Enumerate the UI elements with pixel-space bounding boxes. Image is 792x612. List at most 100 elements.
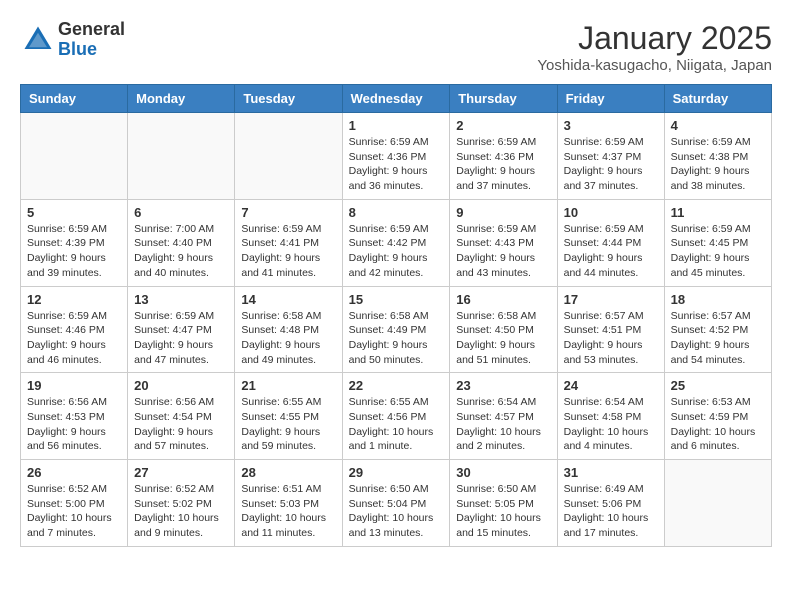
day-number: 10 [564, 205, 658, 220]
day-number: 12 [27, 292, 121, 307]
day-info: Sunrise: 6:59 AM Sunset: 4:36 PM Dayligh… [456, 135, 550, 194]
day-info: Sunrise: 6:53 AM Sunset: 4:59 PM Dayligh… [671, 395, 765, 454]
calendar-cell: 29 Sunrise: 6:50 AM Sunset: 5:04 PM Dayli… [342, 460, 450, 547]
weekday-header-row: SundayMondayTuesdayWednesdayThursdayFrid… [21, 85, 772, 113]
calendar-cell: 14Sunrise: 6:58 AM Sunset: 4:48 PM Dayli… [235, 286, 342, 373]
day-info: Sunrise: 6:57 AM Sunset: 4:51 PM Dayligh… [564, 309, 658, 368]
day-info: Sunrise: 6:59 AM Sunset: 4:42 PM Dayligh… [349, 222, 444, 281]
logo-general-label: General [58, 20, 125, 40]
day-number: 21 [241, 378, 335, 393]
weekday-header-wednesday: Wednesday [342, 85, 450, 113]
day-number: 6 [134, 205, 228, 220]
calendar-cell: 5Sunrise: 6:59 AM Sunset: 4:39 PM Daylig… [21, 199, 128, 286]
day-info: Sunrise: 6:50 AM Sunset: 5:04 PM Dayligh… [349, 482, 444, 541]
calendar-cell: 21 Sunrise: 6:55 AM Sunset: 4:55 PM Dayli… [235, 373, 342, 460]
calendar-cell [664, 460, 771, 547]
day-info: Sunrise: 6:52 AM Sunset: 5:00 PM Dayligh… [27, 482, 121, 541]
calendar-cell: 11 Sunrise: 6:59 AM Sunset: 4:45 PM Dayli… [664, 199, 771, 286]
calendar-cell: 30Sunrise: 6:50 AM Sunset: 5:05 PM Dayli… [450, 460, 557, 547]
calendar-cell [235, 113, 342, 200]
day-info: Sunrise: 6:59 AM Sunset: 4:38 PM Dayligh… [671, 135, 765, 194]
calendar-table: SundayMondayTuesdayWednesdayThursdayFrid… [20, 84, 772, 547]
calendar-cell: 17Sunrise: 6:57 AM Sunset: 4:51 PM Dayli… [557, 286, 664, 373]
calendar-cell: 13 Sunrise: 6:59 AM Sunset: 4:47 PM Dayli… [128, 286, 235, 373]
day-number: 29 [349, 465, 444, 480]
day-number: 24 [564, 378, 658, 393]
calendar-cell: 18Sunrise: 6:57 AM Sunset: 4:52 PM Dayli… [664, 286, 771, 373]
day-number: 19 [27, 378, 121, 393]
calendar-cell: 7Sunrise: 6:59 AM Sunset: 4:41 PM Daylig… [235, 199, 342, 286]
weekday-header-sunday: Sunday [21, 85, 128, 113]
calendar-cell: 10 Sunrise: 6:59 AM Sunset: 4:44 PM Dayli… [557, 199, 664, 286]
calendar-week-row: 19 Sunrise: 6:56 AM Sunset: 4:53 PM Dayli… [21, 373, 772, 460]
calendar-cell: 24 Sunrise: 6:54 AM Sunset: 4:58 PM Dayli… [557, 373, 664, 460]
day-info: Sunrise: 6:58 AM Sunset: 4:48 PM Dayligh… [241, 309, 335, 368]
calendar-cell: 1 Sunrise: 6:59 AM Sunset: 4:36 PM Daylig… [342, 113, 450, 200]
calendar-cell: 6Sunrise: 7:00 AM Sunset: 4:40 PM Daylig… [128, 199, 235, 286]
logo-icon [20, 22, 56, 58]
day-info: Sunrise: 6:49 AM Sunset: 5:06 PM Dayligh… [564, 482, 658, 541]
calendar-cell: 23 Sunrise: 6:54 AM Sunset: 4:57 PM Dayli… [450, 373, 557, 460]
day-info: Sunrise: 6:59 AM Sunset: 4:39 PM Dayligh… [27, 222, 121, 281]
calendar-week-row: 12 Sunrise: 6:59 AM Sunset: 4:46 PM Dayli… [21, 286, 772, 373]
day-number: 1 [349, 118, 444, 133]
weekday-header-tuesday: Tuesday [235, 85, 342, 113]
month-title: January 2025 [537, 20, 772, 57]
day-info: Sunrise: 6:59 AM Sunset: 4:44 PM Dayligh… [564, 222, 658, 281]
day-number: 15 [349, 292, 444, 307]
day-info: Sunrise: 6:50 AM Sunset: 5:05 PM Dayligh… [456, 482, 550, 541]
day-info: Sunrise: 6:54 AM Sunset: 4:58 PM Dayligh… [564, 395, 658, 454]
day-info: Sunrise: 6:51 AM Sunset: 5:03 PM Dayligh… [241, 482, 335, 541]
day-info: Sunrise: 6:55 AM Sunset: 4:55 PM Dayligh… [241, 395, 335, 454]
day-info: Sunrise: 6:59 AM Sunset: 4:36 PM Dayligh… [349, 135, 444, 194]
day-number: 8 [349, 205, 444, 220]
calendar-cell: 19 Sunrise: 6:56 AM Sunset: 4:53 PM Dayli… [21, 373, 128, 460]
calendar-cell: 31Sunrise: 6:49 AM Sunset: 5:06 PM Dayli… [557, 460, 664, 547]
weekday-header-saturday: Saturday [664, 85, 771, 113]
calendar-week-row: 26 Sunrise: 6:52 AM Sunset: 5:00 PM Dayli… [21, 460, 772, 547]
location: Yoshida-kasugacho, Niigata, Japan [537, 57, 772, 74]
day-info: Sunrise: 6:54 AM Sunset: 4:57 PM Dayligh… [456, 395, 550, 454]
day-number: 28 [241, 465, 335, 480]
day-number: 3 [564, 118, 658, 133]
page-header: General Blue January 2025 Yoshida-kasuga… [20, 20, 772, 74]
title-block: January 2025 Yoshida-kasugacho, Niigata,… [537, 20, 772, 74]
calendar-cell: 2Sunrise: 6:59 AM Sunset: 4:36 PM Daylig… [450, 113, 557, 200]
calendar-week-row: 5Sunrise: 6:59 AM Sunset: 4:39 PM Daylig… [21, 199, 772, 286]
logo-blue-label: Blue [58, 40, 125, 60]
calendar-cell: 16 Sunrise: 6:58 AM Sunset: 4:50 PM Dayli… [450, 286, 557, 373]
day-number: 13 [134, 292, 228, 307]
day-number: 11 [671, 205, 765, 220]
day-info: Sunrise: 6:57 AM Sunset: 4:52 PM Dayligh… [671, 309, 765, 368]
calendar-cell: 28 Sunrise: 6:51 AM Sunset: 5:03 PM Dayli… [235, 460, 342, 547]
calendar-cell: 20Sunrise: 6:56 AM Sunset: 4:54 PM Dayli… [128, 373, 235, 460]
day-number: 23 [456, 378, 550, 393]
day-number: 9 [456, 205, 550, 220]
day-info: Sunrise: 6:59 AM Sunset: 4:46 PM Dayligh… [27, 309, 121, 368]
calendar-cell: 3 Sunrise: 6:59 AM Sunset: 4:37 PM Daylig… [557, 113, 664, 200]
day-info: Sunrise: 6:58 AM Sunset: 4:49 PM Dayligh… [349, 309, 444, 368]
day-info: Sunrise: 6:59 AM Sunset: 4:37 PM Dayligh… [564, 135, 658, 194]
calendar-cell: 25 Sunrise: 6:53 AM Sunset: 4:59 PM Dayli… [664, 373, 771, 460]
day-number: 22 [349, 378, 444, 393]
logo-text: General Blue [58, 20, 125, 60]
logo: General Blue [20, 20, 125, 60]
calendar-week-row: 1 Sunrise: 6:59 AM Sunset: 4:36 PM Daylig… [21, 113, 772, 200]
day-number: 4 [671, 118, 765, 133]
calendar-cell: 15 Sunrise: 6:58 AM Sunset: 4:49 PM Dayli… [342, 286, 450, 373]
day-info: Sunrise: 6:59 AM Sunset: 4:45 PM Dayligh… [671, 222, 765, 281]
calendar-cell [128, 113, 235, 200]
weekday-header-monday: Monday [128, 85, 235, 113]
day-info: Sunrise: 6:59 AM Sunset: 4:41 PM Dayligh… [241, 222, 335, 281]
day-info: Sunrise: 6:56 AM Sunset: 4:53 PM Dayligh… [27, 395, 121, 454]
calendar-cell: 26 Sunrise: 6:52 AM Sunset: 5:00 PM Dayli… [21, 460, 128, 547]
day-number: 25 [671, 378, 765, 393]
calendar-cell: 12 Sunrise: 6:59 AM Sunset: 4:46 PM Dayli… [21, 286, 128, 373]
calendar-cell: 9Sunrise: 6:59 AM Sunset: 4:43 PM Daylig… [450, 199, 557, 286]
day-info: Sunrise: 6:59 AM Sunset: 4:47 PM Dayligh… [134, 309, 228, 368]
day-number: 26 [27, 465, 121, 480]
weekday-header-thursday: Thursday [450, 85, 557, 113]
day-number: 16 [456, 292, 550, 307]
calendar-cell: 22Sunrise: 6:55 AM Sunset: 4:56 PM Dayli… [342, 373, 450, 460]
day-info: Sunrise: 6:58 AM Sunset: 4:50 PM Dayligh… [456, 309, 550, 368]
